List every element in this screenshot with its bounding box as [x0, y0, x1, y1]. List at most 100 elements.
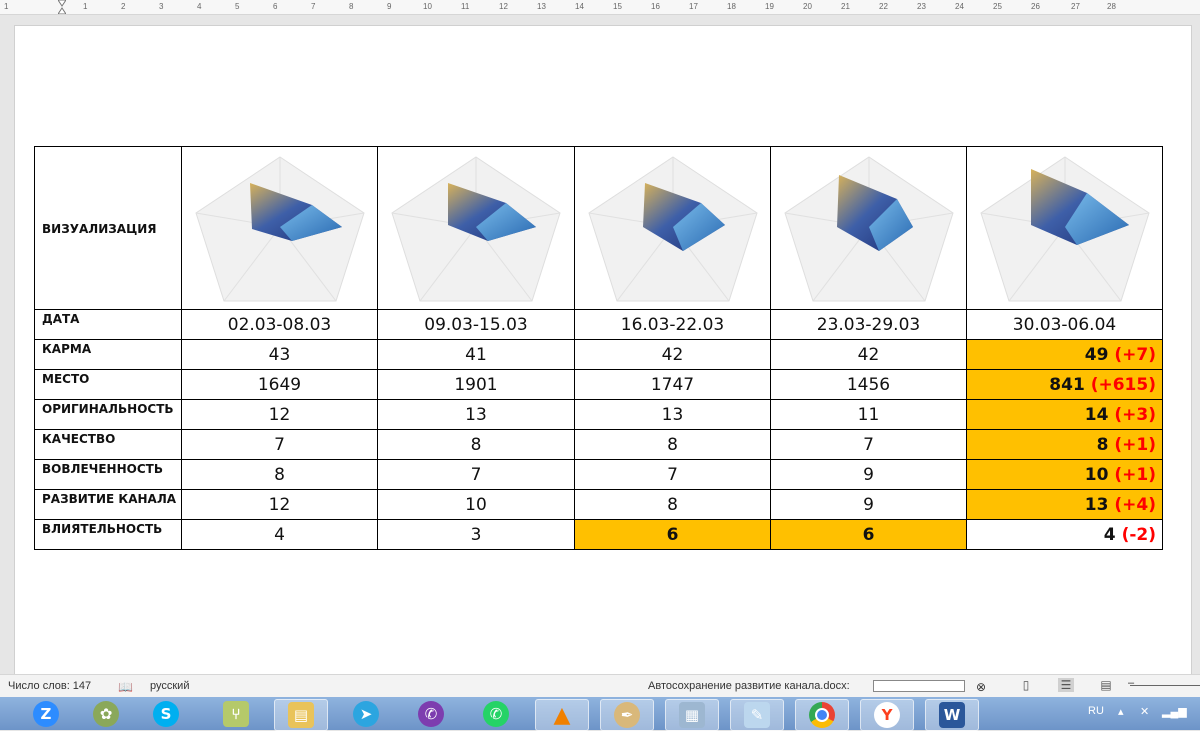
ruler-label: 1 — [83, 2, 88, 11]
mindmap-icon[interactable]: ⑂ — [210, 699, 262, 729]
table-cell-highlighted[interactable]: 6 — [770, 519, 967, 550]
table-cell-highlighted[interactable]: 49 (+7) — [966, 339, 1163, 370]
table-cell-highlighted[interactable]: 14 (+3) — [966, 399, 1163, 430]
folder-icon[interactable]: ▤ — [274, 699, 328, 731]
stats-table[interactable]: ВИЗУАЛИЗАЦИЯ ДАТА 02.03-08.03 09.03-15.0… — [34, 146, 1163, 550]
delta-value: (-2) — [1121, 524, 1156, 545]
whatsapp-icon[interactable]: ✆ — [470, 699, 522, 729]
table-cell[interactable]: 1456 — [770, 369, 967, 400]
web-layout-icon[interactable]: ▤ — [1098, 678, 1114, 692]
table-cell-highlighted[interactable]: 10 (+1) — [966, 459, 1163, 490]
table-cell[interactable]: 23.03-29.03 — [770, 309, 967, 340]
paint-icon[interactable]: ✒ — [600, 699, 654, 731]
word-count[interactable]: Число слов: 147 — [8, 680, 91, 692]
flower-icon[interactable]: ✿ — [80, 699, 132, 729]
table-cell[interactable]: 7 — [377, 459, 575, 490]
language-indicator[interactable]: русский — [150, 680, 189, 692]
word-icon[interactable]: W — [925, 699, 979, 731]
cancel-autosave-icon[interactable]: ⊗ — [976, 680, 986, 694]
calculator-icon[interactable]: ▦ — [665, 699, 719, 731]
proofing-icon[interactable]: 📖 — [118, 680, 133, 694]
telegram-icon[interactable]: ➤ — [340, 699, 392, 729]
table-row: ОРИГИНАЛЬНОСТЬ 12 13 13 11 14 (+3) — [34, 399, 1163, 430]
ruler-label: 14 — [575, 2, 584, 11]
table-cell[interactable]: 1901 — [377, 369, 575, 400]
ruler-label: 26 — [1031, 2, 1040, 11]
table-row: ДАТА 02.03-08.03 09.03-15.03 16.03-22.03… — [34, 309, 1163, 340]
document-area[interactable]: ВИЗУАЛИЗАЦИЯ ДАТА 02.03-08.03 09.03-15.0… — [0, 15, 1200, 676]
table-cell[interactable]: 42 — [574, 339, 771, 370]
row-label-date: ДАТА — [34, 309, 182, 340]
table-cell[interactable]: 12 — [181, 399, 378, 430]
ruler-label: 20 — [803, 2, 812, 11]
table-cell[interactable]: 4 — [181, 519, 378, 550]
table-cell[interactable]: 10 — [377, 489, 575, 520]
table-cell-highlighted[interactable]: 6 — [574, 519, 771, 550]
taskbar: Z ✿ S ⑂ ▤ ➤ ✆ ✆ ▲ ✒ ▦ ✎ Y W RU ▴ ✕ ▂▄▆ — [0, 697, 1200, 731]
notepad-icon[interactable]: ✎ — [730, 699, 784, 731]
table-cell[interactable]: 30.03-06.04 — [966, 309, 1163, 340]
skype-icon[interactable]: S — [140, 699, 192, 729]
radar-chart — [770, 146, 967, 310]
print-layout-icon[interactable]: ☰ — [1058, 678, 1074, 692]
tray-expand-icon[interactable]: ▴ — [1118, 705, 1124, 718]
delta-value: (+4) — [1114, 494, 1156, 515]
vlc-icon[interactable]: ▲ — [535, 699, 589, 731]
ruler-label: 16 — [651, 2, 660, 11]
horizontal-ruler[interactable]: 1 1 2 3 4 5 6 7 8 9 10 11 12 13 14 15 16… — [0, 0, 1200, 15]
ruler-label: 8 — [349, 2, 354, 11]
autosave-status: Автосохранение развитие канала.docx: — [648, 680, 850, 692]
table-cell[interactable]: 43 — [181, 339, 378, 370]
table-cell[interactable]: 16.03-22.03 — [574, 309, 771, 340]
table-cell[interactable]: 7 — [574, 459, 771, 490]
viber-icon[interactable]: ✆ — [405, 699, 457, 729]
ruler-label: 9 — [387, 2, 392, 11]
signal-icon[interactable]: ▂▄▆ — [1162, 705, 1187, 718]
cell-value: 841 — [1049, 374, 1085, 395]
table-cell[interactable]: 8 — [181, 459, 378, 490]
table-cell[interactable]: 8 — [574, 489, 771, 520]
table-cell-highlighted[interactable]: 13 (+4) — [966, 489, 1163, 520]
table-cell[interactable]: 41 — [377, 339, 575, 370]
table-cell[interactable]: 42 — [770, 339, 967, 370]
cell-value: 8 — [1096, 434, 1109, 455]
cell-value: 10 — [1084, 464, 1109, 485]
table-cell[interactable]: 9 — [770, 489, 967, 520]
row-label-visualization: ВИЗУАЛИЗАЦИЯ — [34, 146, 182, 310]
ruler-label: 1 — [4, 2, 9, 11]
table-cell-highlighted[interactable]: 841 (+615) — [966, 369, 1163, 400]
table-cell[interactable]: 1649 — [181, 369, 378, 400]
tray-language[interactable]: RU — [1088, 705, 1104, 717]
zoom-slider[interactable] — [1130, 685, 1200, 686]
table-cell[interactable]: 09.03-15.03 — [377, 309, 575, 340]
document-page[interactable]: ВИЗУАЛИЗАЦИЯ ДАТА 02.03-08.03 09.03-15.0… — [14, 25, 1192, 676]
table-row: МЕСТО 1649 1901 1747 1456 841 (+615) — [34, 369, 1163, 400]
table-cell[interactable]: 12 — [181, 489, 378, 520]
autosave-progress-bar — [873, 680, 965, 692]
table-cell[interactable]: 4 (-2) — [966, 519, 1163, 550]
table-cell[interactable]: 3 — [377, 519, 575, 550]
table-cell[interactable]: 7 — [181, 429, 378, 460]
table-cell[interactable]: 1747 — [574, 369, 771, 400]
network-icon[interactable]: ✕ — [1140, 705, 1149, 718]
zoom-app-icon[interactable]: Z — [20, 699, 72, 729]
ruler-label: 10 — [423, 2, 432, 11]
table-cell[interactable]: 02.03-08.03 — [181, 309, 378, 340]
ruler-label: 13 — [537, 2, 546, 11]
read-mode-icon[interactable]: ▯ — [1018, 678, 1034, 692]
table-cell[interactable]: 11 — [770, 399, 967, 430]
table-cell[interactable]: 8 — [377, 429, 575, 460]
first-line-indent-marker[interactable] — [57, 0, 67, 14]
table-row: ВОВЛЕЧЕННОСТЬ 8 7 7 9 10 (+1) — [34, 459, 1163, 490]
table-cell[interactable]: 9 — [770, 459, 967, 490]
zoom-out-icon[interactable]: – — [1128, 677, 1134, 689]
ruler-label: 27 — [1071, 2, 1080, 11]
chrome-icon[interactable] — [795, 699, 849, 731]
yandex-icon[interactable]: Y — [860, 699, 914, 731]
table-cell[interactable]: 8 — [574, 429, 771, 460]
ruler-label: 17 — [689, 2, 698, 11]
table-cell-highlighted[interactable]: 8 (+1) — [966, 429, 1163, 460]
table-cell[interactable]: 13 — [574, 399, 771, 430]
table-cell[interactable]: 7 — [770, 429, 967, 460]
table-cell[interactable]: 13 — [377, 399, 575, 430]
